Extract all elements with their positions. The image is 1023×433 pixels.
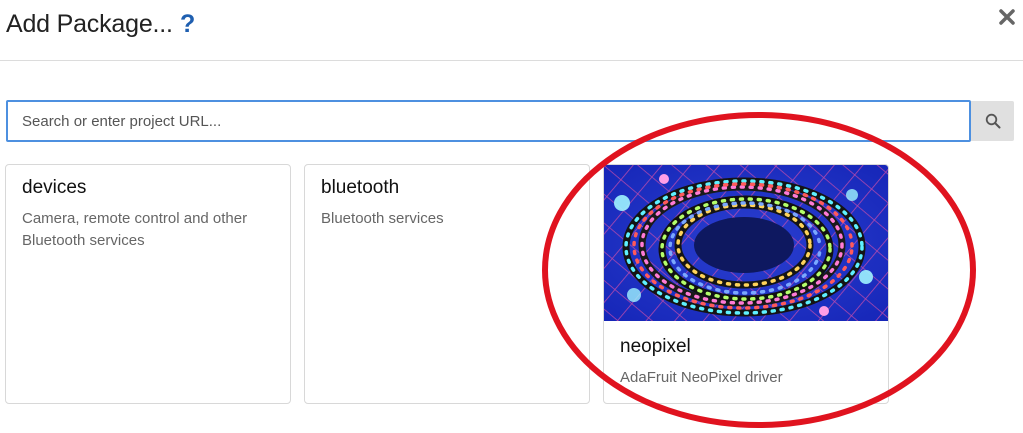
package-card-bluetooth[interactable]: bluetooth Bluetooth services [304, 164, 590, 404]
help-icon[interactable]: ? [180, 10, 195, 39]
package-title: bluetooth [321, 177, 400, 198]
dialog-header: Add Package... ? [0, 0, 1023, 61]
search-icon [985, 113, 1000, 129]
search-button[interactable] [971, 101, 1014, 141]
package-description: Camera, remote control and other Bluetoo… [22, 210, 248, 249]
package-title: devices [22, 177, 87, 198]
dialog-title: Add Package... [6, 10, 173, 38]
package-title: neopixel [620, 336, 691, 357]
package-card-devices[interactable]: devices Camera, remote control and other… [5, 164, 291, 404]
package-card-neopixel[interactable]: neopixel AdaFruit NeoPixel driver [603, 164, 889, 404]
search-bar [6, 100, 1014, 142]
neopixel-image [604, 165, 888, 321]
package-description: Bluetooth services [321, 210, 444, 227]
package-description: AdaFruit NeoPixel driver [620, 369, 783, 386]
close-icon[interactable] [996, 6, 1018, 28]
search-input[interactable] [6, 100, 971, 142]
